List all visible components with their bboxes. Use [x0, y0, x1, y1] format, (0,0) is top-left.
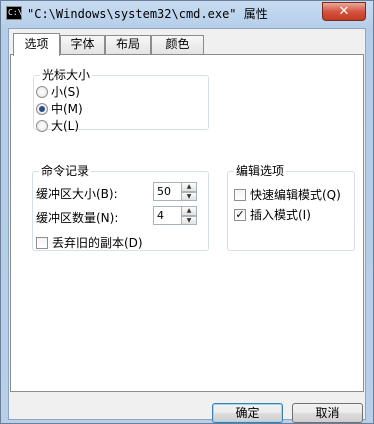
buffer-size-down-arrow-icon[interactable]: ▼ — [181, 191, 197, 201]
buffer-count-stepper[interactable]: 4 ▲ ▼ — [153, 206, 197, 225]
cursor-medium-option[interactable]: 中(M) — [36, 100, 83, 117]
properties-window: C:\ "C:\Windows\system32\cmd.exe" 属性 ✕ 选… — [0, 0, 374, 424]
buffer-size-stepper[interactable]: 50 ▲ ▼ — [153, 182, 197, 201]
checkmark-icon: ✓ — [235, 207, 245, 221]
close-button[interactable]: ✕ — [322, 2, 366, 21]
command-history-legend: 命令记录 — [39, 164, 92, 178]
command-history-group: 命令记录 缓冲区大小(B): 50 ▲ ▼ 缓冲区数量(N): 4 ▲ ▼ 丢弃… — [32, 164, 209, 251]
cursor-small-option[interactable]: 小(S) — [36, 83, 80, 100]
cursor-large-label: 大(L) — [51, 119, 80, 133]
discard-duplicates-checkbox[interactable] — [36, 236, 48, 249]
tab-options[interactable]: 选项 — [13, 33, 60, 56]
window-title: "C:\Windows\system32\cmd.exe" 属性 — [27, 7, 268, 21]
buffer-count-down-arrow-icon[interactable]: ▼ — [181, 215, 197, 225]
tab-font[interactable]: 字体 — [60, 35, 105, 54]
insert-mode-label: 插入模式(I) — [250, 208, 311, 222]
options-panel: 光标大小 小(S) 中(M) 大(L) 命令记录 缓冲区大小(B): 50 ▲ … — [10, 54, 364, 392]
edit-options-group: 编辑选项 快速编辑模式(Q) ✓ 插入模式(I) — [227, 164, 355, 251]
cursor-size-group: 光标大小 小(S) 中(M) 大(L) — [33, 68, 209, 133]
title-bar[interactable]: C:\ "C:\Windows\system32\cmd.exe" 属性 ✕ — [1, 1, 373, 27]
cursor-small-label: 小(S) — [51, 85, 80, 99]
cancel-button[interactable]: 取消 — [292, 403, 363, 423]
cursor-medium-label: 中(M) — [51, 102, 83, 116]
ok-button[interactable]: 确定 — [212, 403, 283, 423]
insert-mode-option[interactable]: ✓ 插入模式(I) — [234, 206, 311, 223]
buffer-count-input[interactable]: 4 — [153, 206, 181, 225]
cursor-small-radio[interactable] — [36, 85, 48, 98]
tab-colors[interactable]: 颜色 — [151, 35, 204, 54]
dialog-body: 选项 字体 布局 颜色 光标大小 小(S) 中(M) 大(L) 命令记录 缓冲区… — [8, 28, 366, 423]
buffer-count-up-arrow-icon[interactable]: ▲ — [181, 206, 197, 216]
quick-edit-option[interactable]: 快速编辑模式(Q) — [234, 186, 341, 203]
buffer-size-up-arrow-icon[interactable]: ▲ — [181, 182, 197, 192]
cursor-large-option[interactable]: 大(L) — [36, 117, 79, 134]
cursor-size-legend: 光标大小 — [40, 68, 93, 82]
cursor-large-radio[interactable] — [36, 119, 48, 132]
buffer-count-label: 缓冲区数量(N): — [36, 211, 119, 225]
cmd-app-icon[interactable]: C:\ — [6, 6, 22, 20]
cursor-medium-radio[interactable] — [36, 102, 48, 115]
buffer-size-label: 缓冲区大小(B): — [36, 187, 118, 201]
insert-mode-checkbox[interactable]: ✓ — [234, 207, 246, 221]
quick-edit-checkbox[interactable] — [234, 188, 246, 201]
quick-edit-label: 快速编辑模式(Q) — [250, 188, 341, 202]
edit-options-legend: 编辑选项 — [234, 164, 287, 178]
discard-duplicates-label: 丢弃旧的副本(D) — [52, 236, 143, 250]
discard-duplicates-option[interactable]: 丢弃旧的副本(D) — [36, 234, 143, 251]
buffer-size-input[interactable]: 50 — [153, 182, 181, 201]
tab-layout[interactable]: 布局 — [105, 35, 151, 54]
